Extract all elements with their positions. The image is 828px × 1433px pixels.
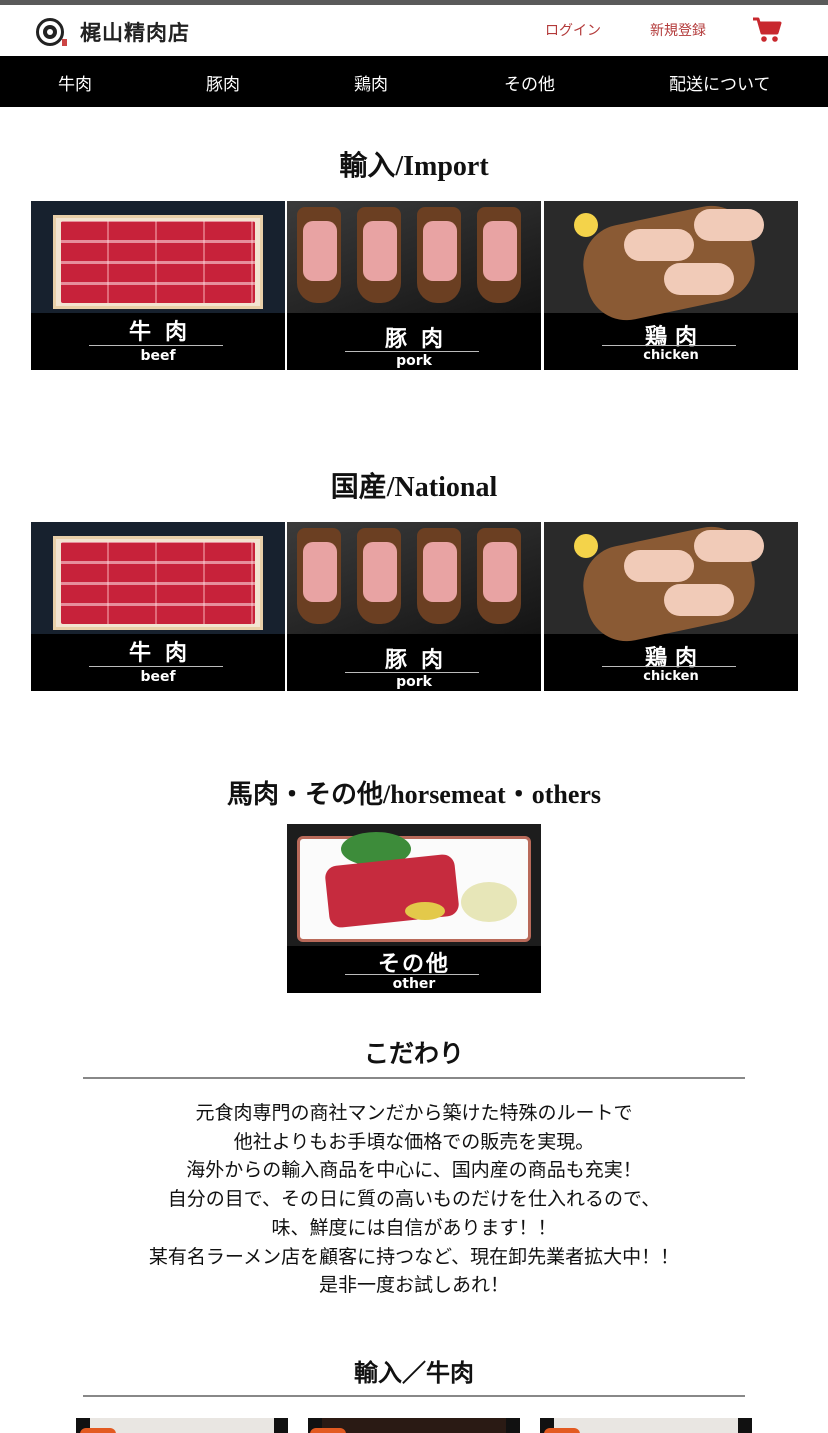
- pork-photo: [287, 522, 541, 634]
- tile-divider: [345, 351, 479, 352]
- tile-divider: [602, 345, 736, 346]
- pork-photo: [287, 201, 541, 313]
- tile-label-jp: 豚肉: [384, 327, 457, 352]
- horsemeat-photo: [287, 824, 541, 946]
- national-beef-tile[interactable]: 牛肉 beef: [31, 522, 285, 691]
- nav-item-beef[interactable]: 牛肉: [58, 70, 92, 95]
- import-pork-tile[interactable]: 豚肉 pork: [287, 201, 541, 370]
- family-crest-icon[interactable]: [36, 18, 64, 46]
- import-chicken-tile[interactable]: 鶏肉 chicken: [544, 201, 798, 370]
- tile-label-en: other: [392, 976, 436, 992]
- kodawari-title: こだわり: [363, 1041, 464, 1068]
- tile-divider: [602, 666, 736, 667]
- tile-label-jp: 鶏肉: [644, 646, 705, 671]
- tile-divider: [345, 974, 479, 975]
- product-card[interactable]: [76, 1418, 288, 1433]
- national-pork-tile[interactable]: 豚肉 pork: [287, 522, 541, 691]
- kodawari-line: 自分の目で、その日に質の高いものだけを仕入れるので、: [167, 1189, 661, 1211]
- tile-label-en: pork: [396, 674, 432, 690]
- login-link[interactable]: ログイン: [545, 20, 601, 40]
- nav-item-pork[interactable]: 豚肉: [206, 70, 240, 95]
- beef-photo: [31, 522, 285, 634]
- nav-item-chicken[interactable]: 鶏肉: [354, 70, 388, 95]
- kodawari-line: 元食肉専門の商社マンだから築けた特殊のルートで: [195, 1103, 633, 1124]
- tile-label-jp: 牛肉: [128, 641, 201, 666]
- tile-label-jp: 鶏肉: [644, 325, 705, 350]
- kodawari-body: 元食肉専門の商社マンだから築けた特殊のルートで 他社よりもお手頃な価格での販売を…: [83, 1100, 745, 1301]
- other-section-title: 馬肉・その他/horsemeat・others: [226, 780, 602, 809]
- kodawari-line: 味、鮮度には自信があります！！: [271, 1217, 557, 1239]
- national-chicken-tile[interactable]: 鶏肉 chicken: [544, 522, 798, 691]
- register-link[interactable]: 新規登録: [650, 20, 706, 40]
- tile-divider: [89, 345, 223, 346]
- product-card[interactable]: [308, 1418, 520, 1433]
- tile-label-en: beef: [140, 348, 176, 364]
- site-logo[interactable]: 梶山精肉店: [80, 17, 190, 47]
- import-section-title: 輸入/Import: [339, 151, 489, 182]
- tile-label-en: chicken: [643, 348, 699, 363]
- tile-divider: [345, 672, 479, 673]
- chicken-photo: [544, 522, 798, 649]
- kodawari-line: 海外からの輸入商品を中心に、国内産の商品も充実！: [186, 1160, 642, 1182]
- kodawari-line: 某有名ラーメン店を顧客に持つなど、現在卸先業者拡大中！！: [148, 1246, 680, 1268]
- tile-label-en: pork: [396, 353, 432, 369]
- tile-label-en: chicken: [643, 669, 699, 684]
- kodawari-line: 他社よりもお手頃な価格での販売を実現。: [233, 1131, 595, 1153]
- kodawari-divider: [83, 1077, 745, 1079]
- kodawari-line: 是非一度お試しあれ！: [318, 1275, 509, 1297]
- site-header: 梶山精肉店 ログイン 新規登録: [0, 5, 828, 56]
- other-tile[interactable]: その他 other: [287, 824, 541, 993]
- import-beef-tile[interactable]: 牛肉 beef: [31, 201, 285, 370]
- beef-photo: [31, 201, 285, 313]
- product-card[interactable]: [540, 1418, 752, 1433]
- nav-item-delivery[interactable]: 配送について: [669, 70, 771, 95]
- tile-divider: [89, 666, 223, 667]
- national-section-title: 国産/National: [330, 472, 498, 503]
- cart-icon[interactable]: [752, 17, 782, 43]
- section-divider: [83, 1395, 745, 1397]
- import-beef-section-title: 輸入／牛肉: [354, 1361, 474, 1387]
- nav-item-other[interactable]: その他: [504, 70, 555, 95]
- tile-label-jp: 牛肉: [128, 320, 201, 345]
- seal-icon: [62, 39, 67, 46]
- main-nav: 牛肉 豚肉 鶏肉 その他 配送について: [0, 56, 828, 107]
- tile-label-jp: 豚肉: [384, 648, 457, 673]
- tile-label-en: beef: [140, 669, 176, 685]
- chicken-photo: [544, 201, 798, 328]
